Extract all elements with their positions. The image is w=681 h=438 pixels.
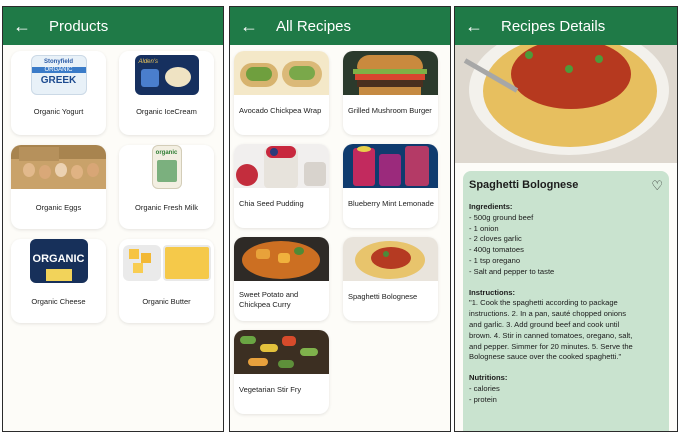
recipe-image <box>234 144 329 188</box>
recipe-label: Grilled Mushroom Burger <box>348 106 432 115</box>
ingredients-heading: Ingredients: <box>469 202 513 211</box>
ingredients-list: - 500g ground beef - 1 onion - 2 cloves … <box>469 213 663 278</box>
product-label: Organic Yogurt <box>33 107 84 116</box>
products-screen: ← Products Stonyfield ORGANIC GREEK Orga… <box>2 6 224 432</box>
back-arrow-icon[interactable]: ← <box>465 17 495 35</box>
product-card-yogurt[interactable]: Stonyfield ORGANIC GREEK Organic Yogurt <box>11 51 106 135</box>
recipe-image <box>234 51 329 95</box>
product-label: Organic Eggs <box>35 203 82 212</box>
recipe-image <box>234 237 329 281</box>
back-arrow-icon[interactable]: ← <box>240 17 270 35</box>
instructions-heading: Instructions: <box>469 287 515 297</box>
page-title: All Recipes <box>276 17 352 35</box>
nutrition-item: - protein <box>469 394 497 404</box>
recipe-image <box>234 330 329 374</box>
product-label: Organic Cheese <box>31 297 86 306</box>
heart-outline-icon[interactable]: ♡ <box>651 179 663 192</box>
product-label: Organic Butter <box>142 297 191 306</box>
instructions-text: "1. Cook the spaghetti according to pack… <box>469 298 633 362</box>
product-image-butter <box>119 239 214 283</box>
nutrition-item: - calories <box>469 383 500 393</box>
page-title: Recipes Details <box>501 17 606 35</box>
recipe-card-mushroom-burger[interactable]: Grilled Mushroom Burger <box>343 51 438 135</box>
ingredient-item: - 400g tomatoes <box>469 245 524 255</box>
product-card-icecream[interactable]: Alden's Organic IceCream <box>119 51 214 135</box>
recipe-card-vegetarian-stir-fry[interactable]: Vegetarian Stir Fry <box>234 330 329 414</box>
product-card-milk[interactable]: organic Organic Fresh Milk <box>119 145 214 229</box>
recipe-label: Avocado Chickpea Wrap <box>239 106 322 115</box>
nutritions-heading: Nutritions: <box>469 373 508 383</box>
page-title: Products <box>49 17 109 35</box>
products-app-bar: ← Products <box>3 7 223 45</box>
product-image-cheese: ORGANIC <box>11 239 106 283</box>
product-card-butter[interactable]: Organic Butter <box>119 239 214 323</box>
recipes-screen: ← All Recipes Avocado Chickpea Wrap Gril… <box>229 6 451 432</box>
ingredient-item: - 500g ground beef <box>469 212 534 222</box>
ingredient-item: - 1 onion <box>469 223 499 233</box>
ingredient-item: - 2 cloves garlic <box>469 234 522 244</box>
recipe-label: Blueberry Mint Lemonade <box>348 199 434 208</box>
recipe-label: Spaghetti Bolognese <box>348 292 418 301</box>
product-image-icecream: Alden's <box>119 51 214 95</box>
recipe-title: Spaghetti Bolognese <box>469 179 579 192</box>
recipe-card-blueberry-lemonade[interactable]: Blueberry Mint Lemonade <box>343 144 438 228</box>
recipe-label: Sweet Potato and Chickpea Curry <box>239 290 299 309</box>
recipe-card-spaghetti-bolognese[interactable]: Spaghetti Bolognese <box>343 237 438 321</box>
details-app-bar: ← Recipes Details <box>455 7 677 45</box>
recipe-detail-card: Spaghetti Bolognese ♡ Ingredients: - 500… <box>463 171 669 431</box>
nutritions-list: - calories - protein <box>469 384 663 406</box>
product-image-milk: organic <box>119 145 214 189</box>
recipe-image <box>343 237 438 281</box>
recipe-label: Chia Seed Pudding <box>239 199 304 208</box>
back-arrow-icon[interactable]: ← <box>13 17 43 35</box>
recipe-card-avocado-wrap[interactable]: Avocado Chickpea Wrap <box>234 51 329 135</box>
product-card-eggs[interactable]: Organic Eggs <box>11 145 106 229</box>
recipe-image <box>343 144 438 188</box>
recipe-label: Vegetarian Stir Fry <box>239 385 302 394</box>
product-label: Organic Fresh Milk <box>135 203 198 212</box>
recipe-card-chia-pudding[interactable]: Chia Seed Pudding <box>234 144 329 228</box>
recipe-title-row: Spaghetti Bolognese ♡ <box>469 179 663 192</box>
recipes-app-bar: ← All Recipes <box>230 7 450 45</box>
recipe-hero-image <box>455 45 677 163</box>
product-image-yogurt: Stonyfield ORGANIC GREEK <box>11 51 106 95</box>
recipe-card-sweet-potato-curry[interactable]: Sweet Potato and Chickpea Curry <box>234 237 329 321</box>
ingredient-item: - 1 tsp oregano <box>469 255 521 265</box>
recipe-image <box>343 51 438 95</box>
product-card-cheese[interactable]: ORGANIC Organic Cheese <box>11 239 106 323</box>
product-image-eggs <box>11 145 106 189</box>
ingredient-item: - Salt and pepper to taste <box>469 266 555 276</box>
product-label: Organic IceCream <box>136 107 197 116</box>
recipe-details-screen: ← Recipes Details Spaghetti Bolognese ♡ … <box>454 6 678 432</box>
